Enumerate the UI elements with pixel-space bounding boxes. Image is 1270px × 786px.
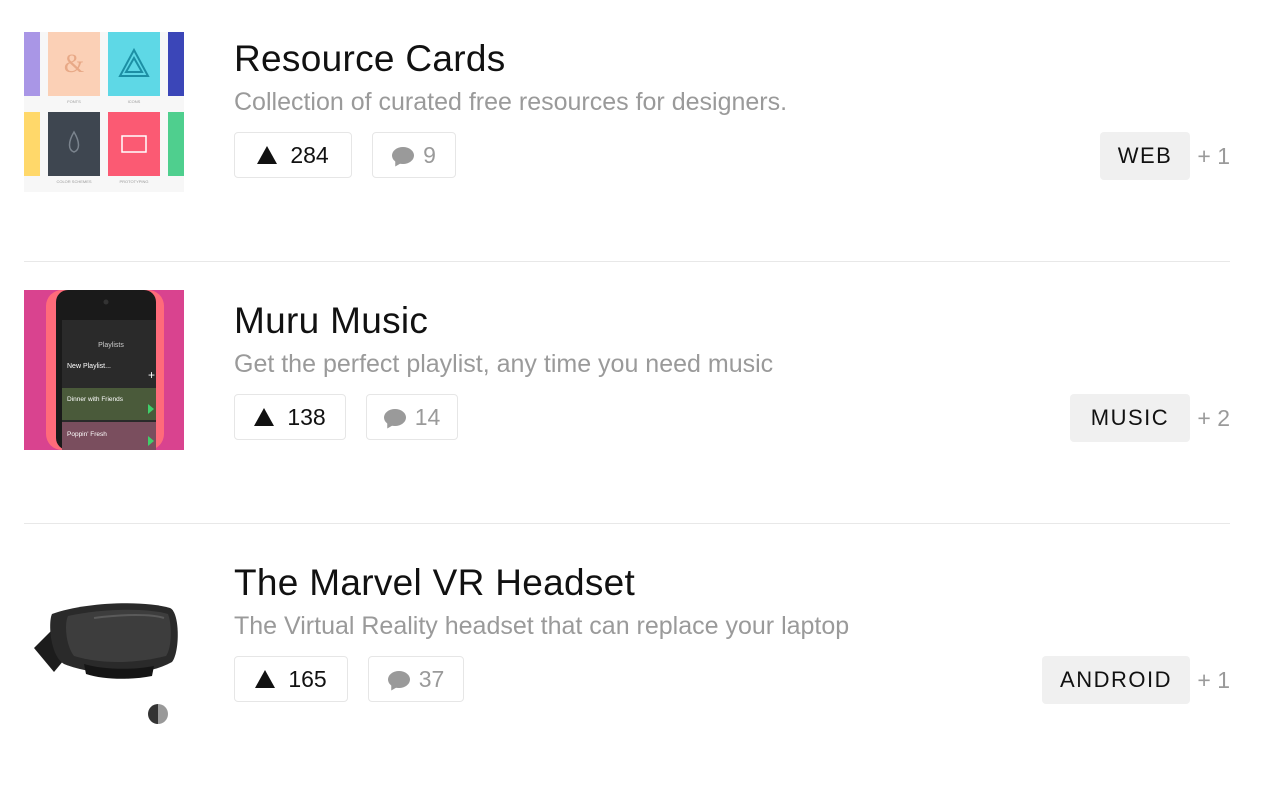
topic-tag[interactable]: ANDROID: [1042, 656, 1190, 704]
upvote-arrow-icon: [254, 408, 275, 426]
list-item[interactable]: & FONTS ICONS COLOR SCHEMES PROTOTYPING …: [24, 0, 1230, 262]
thumb-label: Playlists: [98, 342, 124, 349]
vote-count: 165: [288, 665, 327, 692]
thumb-label: Poppin' Fresh: [67, 431, 107, 438]
comment-count: 37: [418, 665, 445, 692]
upvote-button[interactable]: 165: [234, 656, 348, 702]
comment-count: 14: [414, 403, 441, 430]
comments-button[interactable]: 9: [372, 132, 456, 178]
upvote-button[interactable]: 284: [234, 132, 352, 178]
more-topics-count[interactable]: + 1: [1197, 143, 1230, 170]
thumb-label: Dinner with Friends: [67, 396, 124, 403]
thumb-label: COLOR SCHEMES: [56, 179, 91, 184]
list-item[interactable]: The Marvel VR Headset The Virtual Realit…: [24, 524, 1230, 786]
product-tagline: Collection of curated free resources for…: [234, 88, 788, 116]
product-thumbnail[interactable]: & FONTS ICONS COLOR SCHEMES PROTOTYPING: [24, 32, 184, 192]
product-title[interactable]: The Marvel VR Headset: [234, 562, 635, 604]
product-tagline: Get the perfect playlist, any time you n…: [234, 350, 774, 378]
thumb-label: PROTOTYPING: [119, 179, 148, 184]
thumb-label: ICONS: [128, 99, 141, 104]
thumb-label: New Playlist...: [67, 363, 111, 370]
upvote-arrow-icon: [255, 670, 276, 688]
upvote-button[interactable]: 138: [234, 394, 346, 440]
product-list: & FONTS ICONS COLOR SCHEMES PROTOTYPING …: [24, 0, 1230, 786]
comments-button[interactable]: 14: [366, 394, 458, 440]
thumb-label: FONTS: [67, 99, 81, 104]
product-thumbnail[interactable]: Playlists New Playlist... + Dinner with …: [24, 290, 184, 450]
comment-bubble-icon: [383, 408, 406, 426]
more-topics-count[interactable]: + 2: [1197, 405, 1230, 432]
topic-tag[interactable]: MUSIC: [1070, 394, 1190, 442]
comment-bubble-icon: [392, 146, 415, 164]
product-thumbnail[interactable]: [24, 552, 184, 712]
upvote-arrow-icon: [257, 146, 278, 164]
vote-count: 284: [290, 141, 329, 168]
product-title[interactable]: Muru Music: [234, 300, 428, 342]
contrast-toggle-icon[interactable]: [148, 704, 168, 724]
comments-button[interactable]: 37: [368, 656, 464, 702]
comment-bubble-icon: [387, 670, 410, 688]
list-item[interactable]: Playlists New Playlist... + Dinner with …: [24, 262, 1230, 524]
more-topics-count[interactable]: + 1: [1197, 667, 1230, 694]
comment-count: 9: [423, 141, 436, 168]
vote-count: 138: [287, 403, 326, 430]
product-title[interactable]: Resource Cards: [234, 38, 506, 80]
svg-text:+: +: [148, 368, 155, 382]
product-tagline: The Virtual Reality headset that can rep…: [234, 612, 850, 640]
svg-text:&: &: [64, 49, 84, 78]
topic-tag[interactable]: WEB: [1100, 132, 1190, 180]
